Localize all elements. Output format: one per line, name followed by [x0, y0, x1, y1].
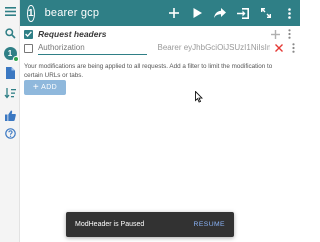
- section-actions: [268, 27, 296, 41]
- search-icon[interactable]: [0, 24, 20, 42]
- request-headers-checkbox[interactable]: [24, 29, 33, 39]
- header-actions: [163, 3, 301, 23]
- modification-info-text: Your modifications are being applied to …: [24, 63, 273, 79]
- add-icon[interactable]: [163, 3, 186, 23]
- active-status-dot: [12, 55, 19, 62]
- row-more-vert-icon[interactable]: [286, 41, 300, 55]
- add-button-label: ADD: [41, 84, 58, 91]
- delete-icon[interactable]: [272, 41, 286, 55]
- profile-number: 1: [7, 48, 13, 58]
- row-actions: [272, 41, 300, 55]
- help-icon[interactable]: [0, 124, 20, 142]
- thumbs-up-icon[interactable]: [0, 106, 20, 124]
- header-enabled-checkbox[interactable]: [24, 43, 33, 53]
- add-button[interactable]: + ADD: [24, 80, 66, 95]
- sort-icon[interactable]: [0, 84, 20, 102]
- profile-header-bar: 1 bearer gcp: [20, 0, 300, 26]
- snackbar-message: ModHeader is Paused: [75, 221, 145, 228]
- play-icon[interactable]: [186, 3, 209, 23]
- profile-avatar: 1: [3, 46, 19, 62]
- plus-icon: +: [32, 81, 40, 93]
- section-title: Request headers: [38, 29, 107, 39]
- sidebar: 1: [0, 0, 20, 242]
- add-header-icon[interactable]: [268, 27, 282, 41]
- paused-snackbar: ModHeader is Paused RESUME: [66, 212, 234, 237]
- request-headers-section: Request headers: [24, 26, 300, 42]
- header-name-input[interactable]: Authorization: [37, 42, 148, 55]
- profile-title[interactable]: bearer gcp: [45, 7, 155, 19]
- mouse-cursor-icon: [195, 90, 204, 105]
- header-value-input[interactable]: Bearer eyJhbGciOiJSUzI1NiIsImt: [157, 42, 270, 55]
- import-icon[interactable]: [232, 3, 255, 23]
- profile-button[interactable]: 1: [0, 44, 20, 62]
- section-more-vert-icon[interactable]: [282, 27, 296, 41]
- resume-button[interactable]: RESUME: [194, 221, 225, 228]
- file-icon[interactable]: [0, 64, 20, 82]
- menu-icon[interactable]: [0, 2, 20, 20]
- request-header-row: Authorization Bearer eyJhbGciOiJSUzI1NiI…: [24, 41, 300, 55]
- expand-icon[interactable]: [255, 3, 278, 23]
- more-vert-icon[interactable]: [278, 3, 301, 23]
- profile-badge[interactable]: 1: [27, 4, 35, 22]
- share-icon[interactable]: [209, 3, 232, 23]
